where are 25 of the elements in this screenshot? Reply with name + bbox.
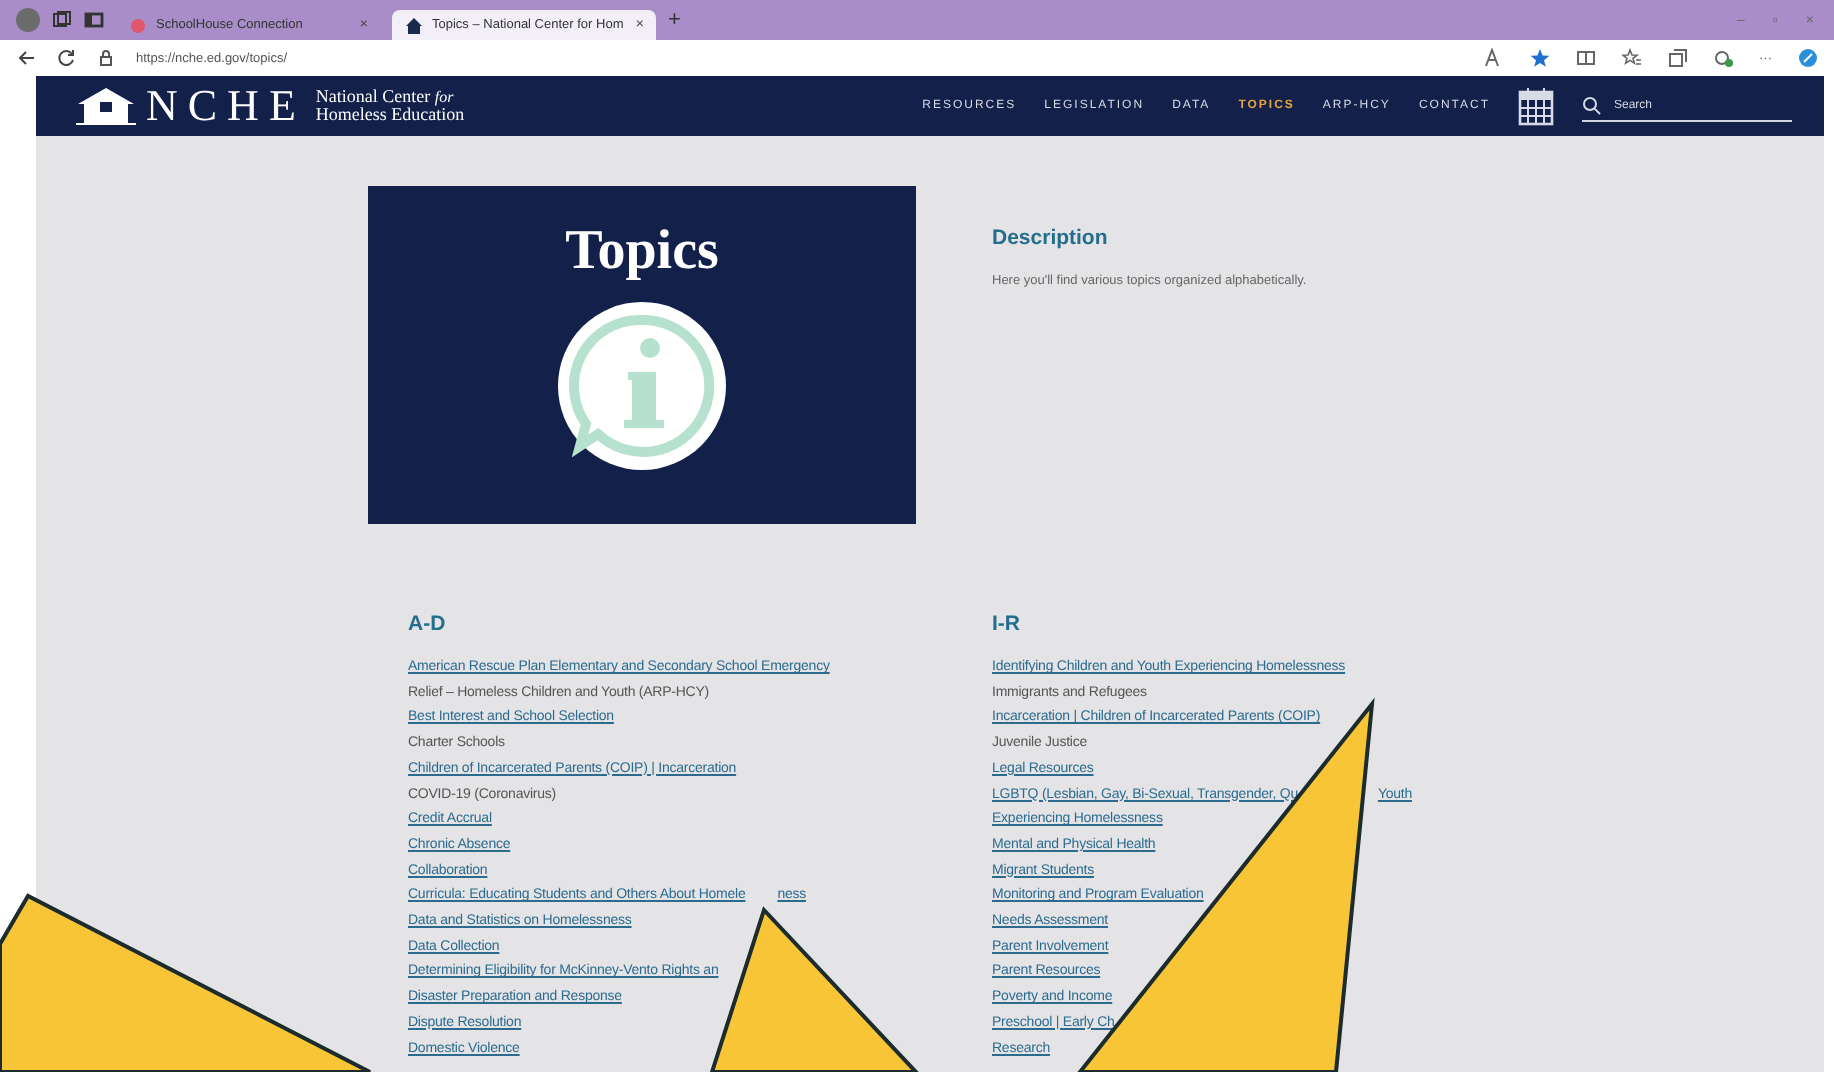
extensions-icon[interactable]	[1713, 48, 1733, 68]
logo-letters[interactable]: NCHE	[146, 80, 306, 132]
house-logo-icon[interactable]	[76, 86, 136, 126]
section-heading: A-D	[408, 612, 448, 636]
star-icon[interactable]	[1529, 48, 1549, 68]
calendar-icon[interactable]	[1518, 86, 1554, 126]
banner-title: Topics	[565, 220, 719, 284]
favorites-icon[interactable]	[1621, 48, 1641, 68]
lock-icon[interactable]	[96, 48, 116, 68]
read-aloud-icon[interactable]	[1483, 48, 1503, 68]
back-arrow-icon[interactable]	[16, 48, 36, 68]
description-heading: Description	[992, 226, 1110, 250]
logo-title: National Center for	[315, 88, 456, 106]
collections-icon[interactable]	[1667, 48, 1687, 68]
refresh-icon[interactable]	[56, 48, 76, 68]
new-tab-button[interactable]: +	[668, 8, 681, 32]
search-icon	[1582, 95, 1602, 115]
section-heading: I-R	[992, 612, 1022, 636]
split-screen-icon[interactable]	[1575, 48, 1595, 68]
logo-subtitle: Homeless Education	[315, 106, 465, 124]
workspaces-icon[interactable]	[52, 10, 72, 30]
tab-actions-icon[interactable]	[84, 10, 104, 30]
site-icon	[128, 15, 148, 35]
info-speech-bubble-icon	[556, 300, 728, 472]
house-icon	[404, 15, 424, 35]
